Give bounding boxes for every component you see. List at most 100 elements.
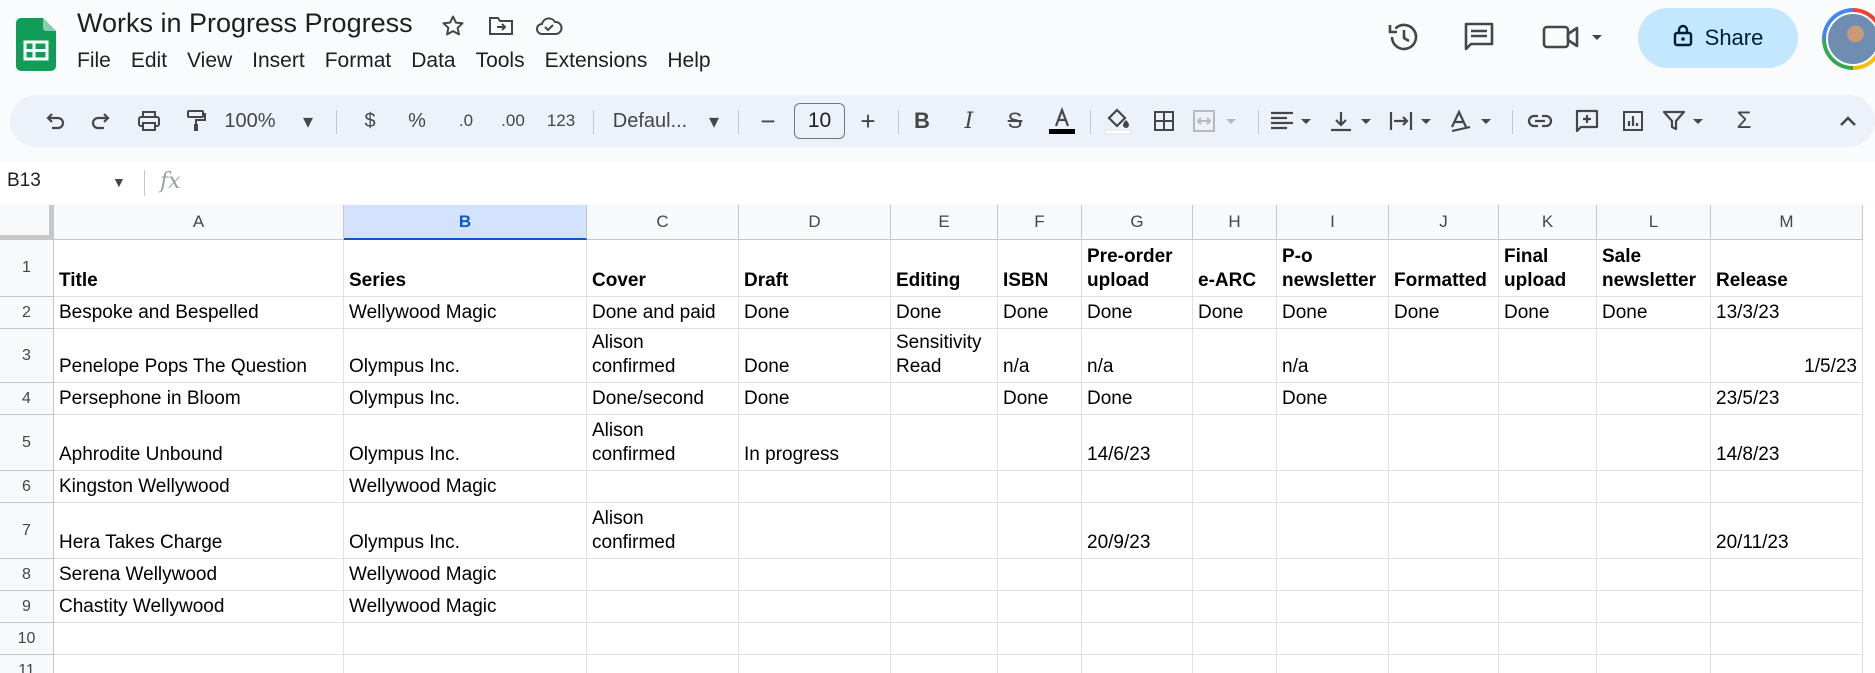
cell-k5[interactable]: [1499, 415, 1597, 471]
cell-b2[interactable]: Wellywood Magic: [344, 297, 587, 329]
row-header-6[interactable]: 6: [0, 471, 54, 503]
cell-g5[interactable]: 14/6/23: [1082, 415, 1193, 471]
collapse-icon[interactable]: [1828, 95, 1868, 147]
cell-j8[interactable]: [1389, 559, 1499, 591]
cell-l8[interactable]: [1597, 559, 1711, 591]
borders-icon[interactable]: [1144, 95, 1184, 147]
cell-b3[interactable]: Olympus Inc.: [344, 329, 587, 383]
cell-g4[interactable]: Done: [1082, 383, 1193, 415]
cell-d11[interactable]: [739, 655, 891, 673]
decrease-font-size-button[interactable]: −: [750, 95, 786, 147]
comments-icon[interactable]: [1462, 20, 1496, 59]
cell-m3[interactable]: 1/5/23: [1711, 329, 1863, 383]
cell-h11[interactable]: [1193, 655, 1277, 673]
cell-c6[interactable]: [587, 471, 739, 503]
cell-b7[interactable]: Olympus Inc.: [344, 503, 587, 559]
cell-d10[interactable]: [739, 623, 891, 655]
history-icon[interactable]: [1386, 19, 1422, 60]
cell-m4[interactable]: 23/5/23: [1711, 383, 1863, 415]
column-header-i[interactable]: I: [1277, 205, 1389, 240]
column-header-d[interactable]: D: [739, 205, 891, 240]
column-header-e[interactable]: E: [891, 205, 998, 240]
cell-b9[interactable]: Wellywood Magic: [344, 591, 587, 623]
cell-k2[interactable]: Done: [1499, 297, 1597, 329]
cell-h4[interactable]: [1193, 383, 1277, 415]
cell-c3[interactable]: Alison confirmed: [587, 329, 739, 383]
increase-decimal-button[interactable]: .00: [491, 95, 535, 147]
cell-m11[interactable]: [1711, 655, 1863, 673]
italic-icon[interactable]: I: [949, 95, 989, 147]
cell-f2[interactable]: Done: [998, 297, 1082, 329]
merge-cells-icon[interactable]: [1190, 95, 1244, 147]
menu-edit[interactable]: Edit: [121, 47, 177, 75]
undo-icon[interactable]: [34, 95, 74, 147]
cell-h7[interactable]: [1193, 503, 1277, 559]
cell-b8[interactable]: Wellywood Magic: [344, 559, 587, 591]
cell-a6[interactable]: Kingston Wellywood: [54, 471, 344, 503]
cell-d1[interactable]: Draft: [739, 240, 891, 297]
cell-i6[interactable]: [1277, 471, 1389, 503]
cell-l4[interactable]: [1597, 383, 1711, 415]
cell-a11[interactable]: [54, 655, 344, 673]
cell-c9[interactable]: [587, 591, 739, 623]
row-header-9[interactable]: 9: [0, 591, 54, 623]
cell-a7[interactable]: Hera Takes Charge: [54, 503, 344, 559]
cell-k11[interactable]: [1499, 655, 1597, 673]
number-format-button[interactable]: 123: [539, 95, 583, 147]
column-header-f[interactable]: F: [998, 205, 1082, 240]
row-header-3[interactable]: 3: [0, 329, 54, 383]
menu-format[interactable]: Format: [315, 47, 402, 75]
font-size-input[interactable]: 10: [794, 103, 845, 139]
cell-e2[interactable]: Done: [891, 297, 998, 329]
cell-d8[interactable]: [739, 559, 891, 591]
chevron-down-icon[interactable]: ▾: [704, 95, 724, 147]
cell-i5[interactable]: [1277, 415, 1389, 471]
cell-l1[interactable]: Sale newsletter: [1597, 240, 1711, 297]
cell-l6[interactable]: [1597, 471, 1711, 503]
cell-d5[interactable]: In progress: [739, 415, 891, 471]
text-wrap-icon[interactable]: [1386, 95, 1440, 147]
cell-i4[interactable]: Done: [1277, 383, 1389, 415]
cell-m7[interactable]: 20/11/23: [1711, 503, 1863, 559]
increase-font-size-button[interactable]: +: [850, 95, 886, 147]
row-header-7[interactable]: 7: [0, 503, 54, 559]
cell-k8[interactable]: [1499, 559, 1597, 591]
print-icon[interactable]: [129, 95, 169, 147]
cell-e3[interactable]: Sensitivity Read: [891, 329, 998, 383]
cell-a3[interactable]: Penelope Pops The Question: [54, 329, 344, 383]
cell-h2[interactable]: Done: [1193, 297, 1277, 329]
cell-j5[interactable]: [1389, 415, 1499, 471]
cell-d7[interactable]: [739, 503, 891, 559]
cell-f7[interactable]: [998, 503, 1082, 559]
chevron-down-icon[interactable]: ▾: [298, 95, 318, 147]
fill-color-icon[interactable]: [1098, 95, 1138, 147]
cell-g10[interactable]: [1082, 623, 1193, 655]
row-header-8[interactable]: 8: [0, 559, 54, 591]
meet-icon[interactable]: [1542, 22, 1608, 57]
cell-h8[interactable]: [1193, 559, 1277, 591]
avatar[interactable]: [1822, 8, 1875, 70]
cell-j3[interactable]: [1389, 329, 1499, 383]
cell-m5[interactable]: 14/8/23: [1711, 415, 1863, 471]
cell-e5[interactable]: [891, 415, 998, 471]
cell-b10[interactable]: [344, 623, 587, 655]
cell-c11[interactable]: [587, 655, 739, 673]
cell-i9[interactable]: [1277, 591, 1389, 623]
cell-f5[interactable]: [998, 415, 1082, 471]
cell-i11[interactable]: [1277, 655, 1389, 673]
cell-d6[interactable]: [739, 471, 891, 503]
cell-b4[interactable]: Olympus Inc.: [344, 383, 587, 415]
cell-f9[interactable]: [998, 591, 1082, 623]
insert-chart-icon[interactable]: [1613, 95, 1653, 147]
cell-d3[interactable]: Done: [739, 329, 891, 383]
cell-a8[interactable]: Serena Wellywood: [54, 559, 344, 591]
cell-i3[interactable]: n/a: [1277, 329, 1389, 383]
document-title[interactable]: Works in Progress Progress: [77, 8, 413, 39]
move-folder-icon[interactable]: [484, 10, 518, 42]
cell-l3[interactable]: [1597, 329, 1711, 383]
chevron-down-icon[interactable]: ▼: [112, 174, 126, 190]
row-header-10[interactable]: 10: [0, 623, 54, 655]
row-header-11[interactable]: 11: [0, 655, 54, 673]
sheets-logo-icon[interactable]: [16, 18, 56, 71]
cell-k10[interactable]: [1499, 623, 1597, 655]
